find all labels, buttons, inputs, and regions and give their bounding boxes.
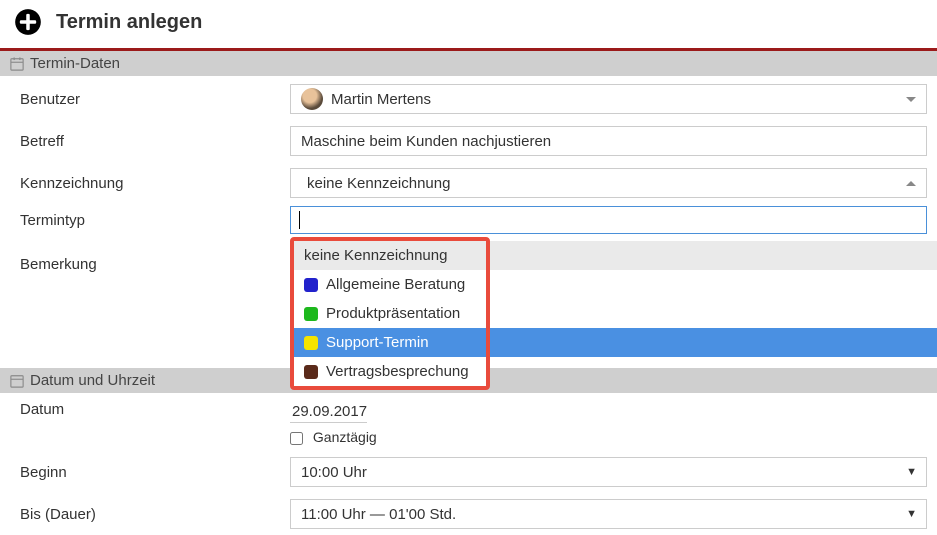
benutzer-dropdown[interactable]: Martin Mertens [290,84,927,114]
chevron-up-icon [906,181,916,186]
kennzeichnung-value: keine Kennzeichnung [307,175,450,192]
color-swatch-blue-icon [304,278,318,292]
kennzeichnung-search-input[interactable] [290,206,927,234]
clock-icon [10,374,24,388]
label-benutzer: Benutzer [20,91,290,108]
page-title: Termin anlegen [56,11,202,34]
section-title: Termin-Daten [30,55,120,72]
section-title-2: Datum und Uhrzeit [30,372,155,389]
row-termintyp: Termintyp [20,206,927,234]
label-bis: Bis (Dauer) [20,506,290,523]
row-beginn: Beginn 10:00 Uhr [20,457,927,487]
datum-value[interactable]: 29.09.2017 [290,401,367,423]
row-kennzeichnung: Kennzeichnung keine Kennzeichnung [20,168,927,198]
label-kennzeichnung: Kennzeichnung [20,175,290,192]
label-termintyp: Termintyp [20,212,290,229]
page-header: Termin anlegen [0,0,937,51]
option-vertragsbesprechung[interactable]: Vertragsbesprechung [294,357,486,386]
row-benutzer: Benutzer Martin Mertens [20,84,927,114]
row-datum: Datum 29.09.2017 Ganztägig [20,401,927,445]
betreff-input[interactable] [290,126,927,156]
ganztaegig-checkbox[interactable] [290,432,303,445]
label-ganztaegig: Ganztägig [313,429,377,445]
option-allgemeine-beratung[interactable]: Allgemeine Beratung [294,270,486,299]
label-betreff: Betreff [20,133,290,150]
label-bemerkung: Bemerkung [20,238,290,273]
chevron-down-icon [906,97,916,102]
label-datum: Datum [20,401,290,418]
bis-select[interactable]: 11:00 Uhr — 01'00 Std. [290,499,927,529]
color-swatch-brown-icon [304,365,318,379]
calendar-icon [10,57,24,71]
text-cursor [299,211,300,229]
option-support-termin[interactable]: Support-Termin [294,328,486,357]
label-beginn: Beginn [20,464,290,481]
color-swatch-yellow-icon [304,336,318,350]
beginn-select[interactable]: 10:00 Uhr [290,457,927,487]
benutzer-value: Martin Mertens [331,91,431,108]
section-termin-daten: Termin-Daten [0,51,937,76]
kennzeichnung-options-popup: keine Kennzeichnung Allgemeine Beratung … [290,237,490,390]
color-swatch-green-icon [304,307,318,321]
option-none[interactable]: keine Kennzeichnung [294,241,486,270]
row-bis: Bis (Dauer) 11:00 Uhr — 01'00 Std. [20,499,927,529]
kennzeichnung-dropdown[interactable]: keine Kennzeichnung [290,168,927,198]
row-betreff: Betreff [20,126,927,156]
avatar [301,88,323,110]
option-produktpraesentation[interactable]: Produktpräsentation [294,299,486,328]
add-icon [14,8,42,36]
